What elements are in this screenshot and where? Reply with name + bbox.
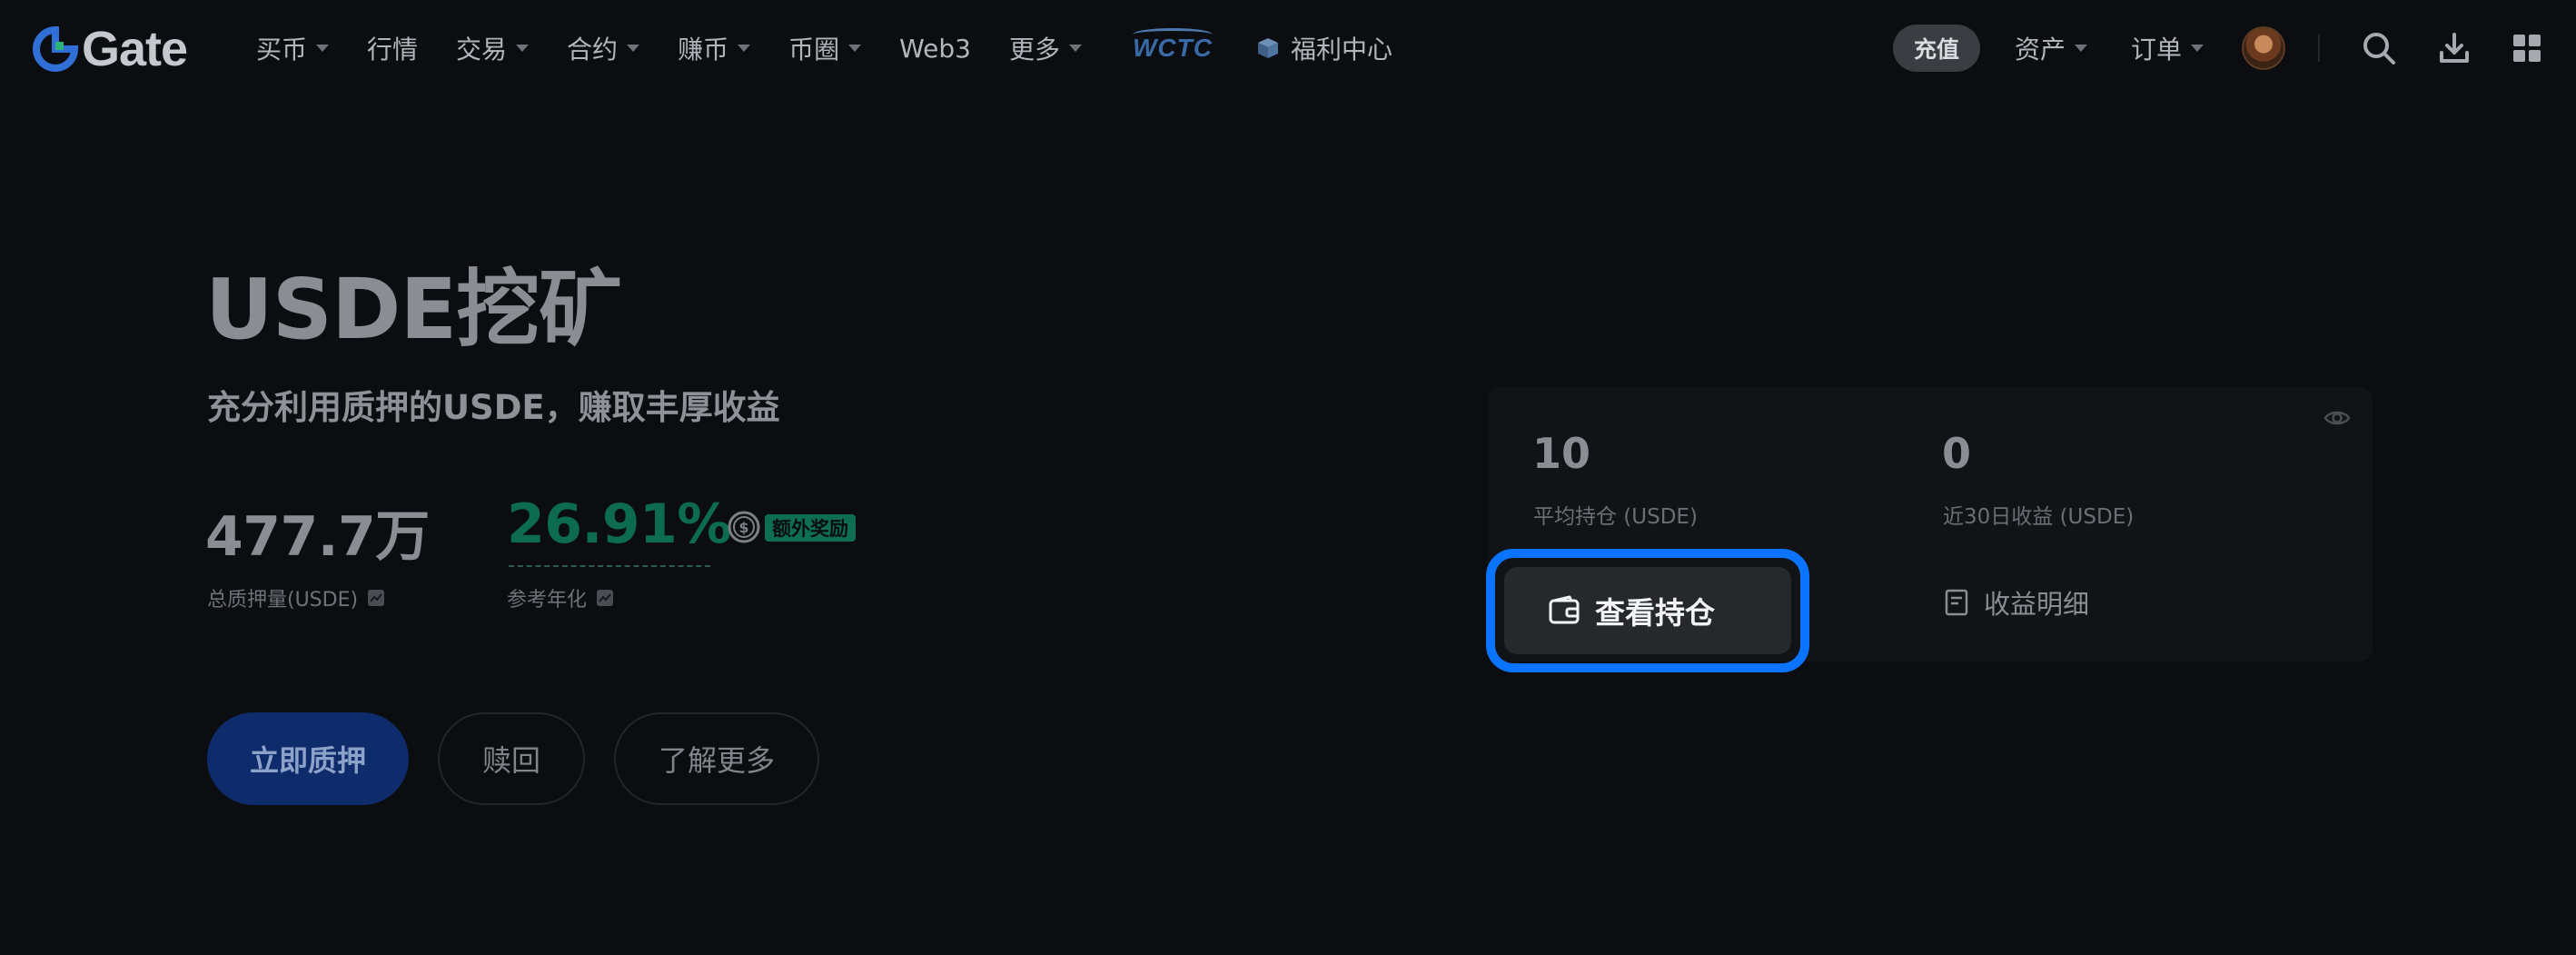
assets-label: 资产 bbox=[2015, 35, 2066, 65]
earnings-detail-link[interactable]: 收益明细 bbox=[1944, 583, 2089, 622]
apr-label-text: 参考年化 bbox=[507, 589, 588, 612]
chevron-down-icon bbox=[516, 45, 530, 52]
document-icon bbox=[1945, 589, 1968, 616]
nav-item-label: 买币 bbox=[256, 35, 308, 65]
avg-position-label: 平均持仓 (USDE) bbox=[1533, 505, 1698, 529]
wctc-logo-text: WCTC bbox=[1132, 34, 1213, 62]
nav-item-buy-crypto[interactable]: 买币 bbox=[256, 30, 330, 66]
total-staked-label: 总质押量(USDE) bbox=[207, 583, 385, 612]
apps-grid-icon[interactable] bbox=[2508, 29, 2546, 67]
chevron-down-icon bbox=[738, 45, 751, 52]
view-positions-button[interactable]: 查看持仓 bbox=[1504, 567, 1791, 654]
page-title: USDE挖矿 bbox=[205, 261, 622, 358]
wctc-logo-link[interactable]: WCTC bbox=[1129, 28, 1216, 65]
wallet-icon bbox=[1549, 595, 1580, 624]
chart-icon[interactable] bbox=[367, 589, 385, 607]
avg-position-value: 10 bbox=[1532, 429, 1591, 478]
svg-text:$: $ bbox=[738, 519, 748, 536]
earnings-detail-label: 收益明细 bbox=[1984, 589, 2090, 620]
cube-icon bbox=[1257, 38, 1278, 58]
apr-label: 参考年化 bbox=[507, 583, 614, 612]
main-menu: 买币 行情 交易 合约 赚币 币圈 Web3 更多 WCTC 福利中心 bbox=[256, 25, 1392, 71]
chevron-down-icon bbox=[2191, 45, 2204, 52]
gate-logo-icon bbox=[33, 26, 78, 72]
nav-item-label: 合约 bbox=[567, 35, 619, 65]
gate-logo[interactable]: Gate bbox=[33, 22, 188, 76]
welfare-label: 福利中心 bbox=[1290, 35, 1392, 65]
top-nav: Gate 买币 行情 交易 合约 赚币 币圈 Web3 更多 WCTC 福利中心… bbox=[0, 0, 2576, 96]
total-staked-value: 477.7万 bbox=[205, 505, 430, 569]
logo-text: Gate bbox=[82, 22, 188, 76]
nav-item-label: 更多 bbox=[1008, 35, 1060, 65]
nav-item-orders[interactable]: 订单 bbox=[2131, 30, 2204, 66]
nav-item-web3[interactable]: Web3 bbox=[899, 34, 971, 64]
nav-item-trade[interactable]: 交易 bbox=[456, 30, 530, 66]
nav-item-assets[interactable]: 资产 bbox=[2015, 30, 2088, 66]
nav-item-earn[interactable]: 赚币 bbox=[678, 30, 751, 66]
download-icon[interactable] bbox=[2435, 29, 2473, 67]
nav-item-welfare-center[interactable]: 福利中心 bbox=[1256, 30, 1392, 66]
nav-item-label: 交易 bbox=[456, 35, 508, 65]
nav-item-label: Web3 bbox=[899, 33, 971, 64]
chevron-down-icon bbox=[316, 45, 330, 52]
stake-now-button[interactable]: 立即质押 bbox=[207, 712, 409, 805]
search-icon[interactable] bbox=[2360, 29, 2398, 67]
learn-more-button[interactable]: 了解更多 bbox=[614, 712, 819, 805]
chevron-down-icon bbox=[848, 45, 862, 52]
nav-item-label: 行情 bbox=[367, 35, 419, 65]
nav-item-community[interactable]: 币圈 bbox=[788, 30, 862, 66]
chart-icon[interactable] bbox=[596, 589, 614, 607]
redeem-button[interactable]: 赎回 bbox=[438, 712, 585, 805]
orders-label: 订单 bbox=[2131, 35, 2183, 65]
nav-item-futures[interactable]: 合约 bbox=[567, 30, 640, 66]
apr-value: 26.91% bbox=[507, 492, 731, 556]
page-subtitle: 充分利用质押的USDE，赚取丰厚收益 bbox=[207, 388, 780, 427]
nav-item-more[interactable]: 更多 bbox=[1009, 30, 1082, 66]
nav-item-label: 币圈 bbox=[788, 35, 840, 65]
chevron-down-icon bbox=[2075, 45, 2088, 52]
apr-underline bbox=[509, 565, 710, 567]
nav-item-markets[interactable]: 行情 bbox=[367, 30, 418, 66]
bonus-reward-badge: 额外奖励 bbox=[765, 514, 856, 542]
dollar-coin-icon: $ bbox=[728, 511, 760, 543]
nav-divider bbox=[2318, 35, 2320, 62]
earnings-30d-value: 0 bbox=[1942, 429, 1972, 478]
eye-icon[interactable] bbox=[2323, 404, 2351, 432]
deposit-button[interactable]: 充值 bbox=[1893, 25, 1980, 72]
chevron-down-icon bbox=[627, 45, 640, 52]
chevron-down-icon bbox=[1068, 45, 1082, 52]
earnings-30d-label: 近30日收益 (USDE) bbox=[1943, 505, 2135, 529]
total-staked-label-text: 总质押量(USDE) bbox=[207, 589, 359, 612]
nav-item-label: 赚币 bbox=[678, 35, 729, 65]
user-avatar[interactable] bbox=[2242, 26, 2285, 70]
view-positions-label: 查看持仓 bbox=[1595, 595, 1715, 631]
page: Gate 买币 行情 交易 合约 赚币 币圈 Web3 更多 WCTC 福利中心… bbox=[0, 0, 2576, 955]
